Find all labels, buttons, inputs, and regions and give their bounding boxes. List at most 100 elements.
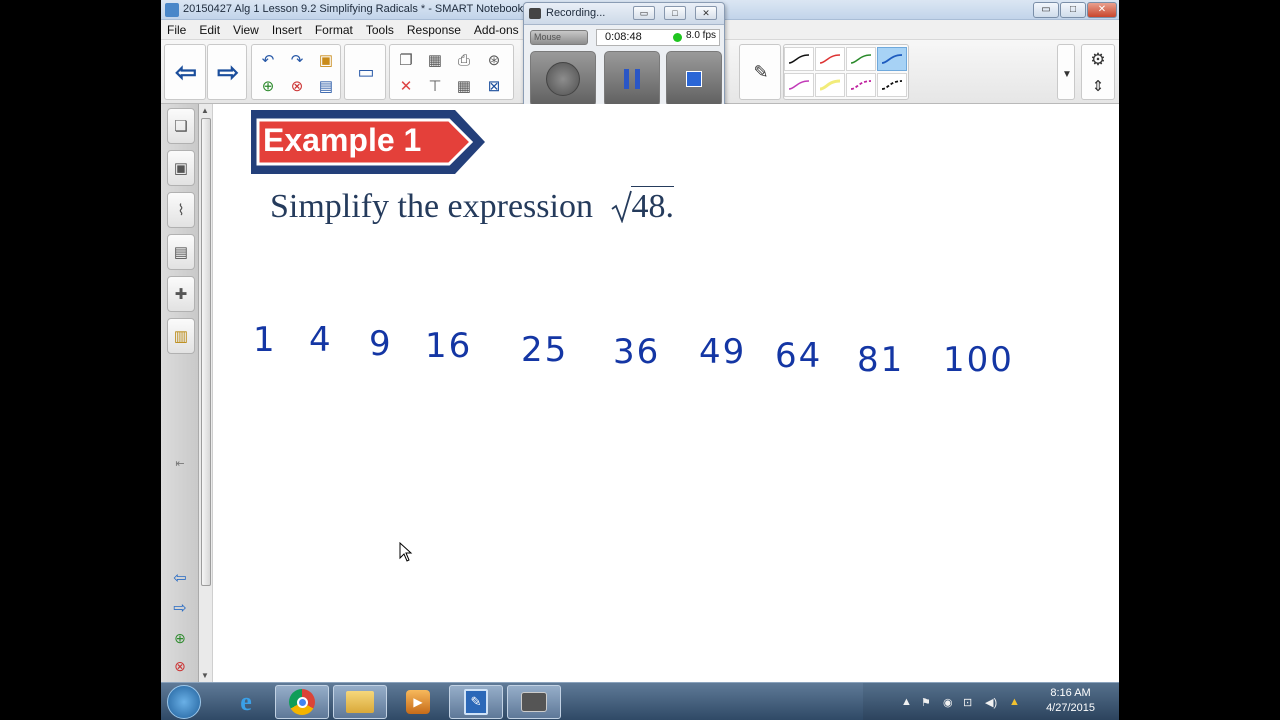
pen-style-magenta[interactable]: [784, 73, 814, 97]
gallery-icon[interactable]: ▣: [167, 150, 195, 186]
gear-icon[interactable]: ⚙: [1086, 49, 1110, 71]
next-page-side-icon[interactable]: ⇨: [167, 597, 193, 619]
recording-status-dot: [673, 33, 682, 42]
recorder-maximize-button[interactable]: □: [664, 6, 686, 20]
chevron-down-icon[interactable]: ▼: [1055, 63, 1079, 85]
display-toggle-icon[interactable]: ⊤: [423, 75, 447, 97]
move-toolbar-icon[interactable]: ⇕: [1086, 75, 1110, 97]
handwritten-number[interactable]: 1: [253, 320, 277, 360]
close-button[interactable]: ✕: [1087, 2, 1117, 18]
recorder-window: Recording... ▭ □ ✕ Mouse 0:08:48 8.0 fps: [523, 2, 725, 113]
undo-icon[interactable]: ↶: [256, 49, 280, 71]
stop-button[interactable]: [666, 51, 722, 107]
document-camera-icon[interactable]: ⎙: [452, 49, 476, 71]
save-icon[interactable]: ▤: [314, 75, 338, 97]
recorder-title-bar: Recording... ▭ □ ✕: [524, 3, 724, 25]
menu-file[interactable]: File: [161, 20, 193, 39]
screen-shade-icon[interactable]: ▭: [354, 61, 378, 83]
menu-response[interactable]: Response: [401, 20, 468, 39]
handwritten-number[interactable]: 64: [775, 336, 822, 376]
handwritten-number[interactable]: 81: [857, 340, 904, 380]
previous-page-icon[interactable]: ⇦: [169, 52, 203, 92]
screen-recorder-icon[interactable]: [507, 685, 561, 719]
delete-icon[interactable]: ✕: [394, 75, 418, 97]
pause-button[interactable]: [604, 51, 660, 107]
chrome-icon[interactable]: [275, 685, 329, 719]
handwritten-number[interactable]: 16: [425, 326, 472, 366]
properties-icon[interactable]: ▤: [167, 234, 195, 270]
window-title: 20150427 Alg 1 Lesson 9.2 Simplifying Ra…: [183, 3, 524, 15]
menu-addons[interactable]: Add-ons: [468, 20, 526, 39]
attachments-icon[interactable]: ⌇: [167, 192, 195, 228]
volume-icon[interactable]: ◀): [985, 696, 997, 709]
next-page-icon[interactable]: ⇨: [211, 52, 245, 92]
paste-icon[interactable]: ❐: [394, 49, 418, 71]
maximize-button[interactable]: □: [1060, 2, 1086, 18]
system-tray: ▲ ⚑ ◉ ⊡ ◀) ▲ 8:16 AM 4/27/2015: [863, 683, 1119, 720]
lesson-activity-icon[interactable]: ▥: [167, 318, 195, 354]
menu-view[interactable]: View: [227, 20, 266, 39]
handwritten-number[interactable]: 49: [699, 332, 746, 372]
security-icon[interactable]: ◉: [943, 696, 953, 709]
pen-tool-group: ✎: [739, 44, 781, 100]
table-icon[interactable]: ▦: [452, 75, 476, 97]
delete-page-icon[interactable]: ⊗: [285, 75, 309, 97]
display-group: ▭: [344, 44, 386, 100]
pen-style-black[interactable]: [784, 47, 814, 71]
pen-style-blue[interactable]: [877, 47, 907, 71]
show-hidden-icons-icon[interactable]: ▲: [901, 696, 912, 708]
open-folder-icon[interactable]: ▣: [314, 49, 338, 71]
scroll-up-icon[interactable]: ▲: [201, 106, 209, 115]
insert-group: ❐ ▦ ⎙ ⊛ ✕ ⊤ ▦ ⊠: [389, 44, 514, 100]
menu-tools[interactable]: Tools: [360, 20, 401, 39]
action-center-flag-icon[interactable]: ⚑: [921, 696, 931, 709]
redo-icon[interactable]: ↷: [285, 49, 309, 71]
delete-page-side-icon[interactable]: ⊗: [167, 655, 193, 677]
menu-insert[interactable]: Insert: [266, 20, 309, 39]
network-icon[interactable]: ⊡: [963, 696, 972, 709]
vertical-scrollbar[interactable]: ▲ ▼: [199, 104, 213, 682]
notebook-page[interactable]: Example 1 Simplify the expression 48. 1 …: [213, 104, 1119, 682]
collapse-icon[interactable]: ⇤: [167, 452, 193, 474]
record-button[interactable]: [530, 51, 596, 107]
start-button[interactable]: [167, 685, 201, 719]
record-icon: [546, 62, 580, 96]
pen-style-green[interactable]: [846, 47, 876, 71]
side-panel: ❏ ▣ ⌇ ▤ ✚ ▥ ⇤ ⇦ ⇨ ⊕ ⊗: [161, 104, 199, 682]
handwritten-number[interactable]: 36: [613, 332, 660, 372]
page-sorter-icon[interactable]: ❏: [167, 108, 195, 144]
toolbar-settings-group: ⚙ ⇕: [1081, 44, 1115, 100]
screen-capture-icon[interactable]: ▦: [423, 49, 447, 71]
addons-icon[interactable]: ✚: [167, 276, 195, 312]
google-drive-icon[interactable]: ▲: [1009, 696, 1020, 708]
scrollbar-thumb[interactable]: [201, 118, 211, 586]
pen-icon[interactable]: ✎: [749, 61, 773, 83]
smart-notebook-icon[interactable]: ✎: [449, 685, 503, 719]
handwritten-number[interactable]: 25: [521, 330, 568, 370]
pen-style-red[interactable]: [815, 47, 845, 71]
recorder-minimize-button[interactable]: ▭: [633, 6, 655, 20]
handwritten-number[interactable]: 4: [309, 320, 333, 360]
add-page-side-icon[interactable]: ⊕: [167, 627, 193, 649]
add-page-icon[interactable]: ⊕: [256, 75, 280, 97]
close-object-icon[interactable]: ⊠: [482, 75, 506, 97]
menu-format[interactable]: Format: [309, 20, 360, 39]
settings-cog-icon[interactable]: ⊛: [482, 49, 506, 71]
recorder-close-button[interactable]: ✕: [695, 6, 717, 20]
menu-edit[interactable]: Edit: [193, 20, 227, 39]
stop-icon: [686, 71, 702, 87]
pen-style-yellow[interactable]: [815, 73, 845, 97]
smart-notebook-window: 20150427 Alg 1 Lesson 9.2 Simplifying Ra…: [161, 0, 1119, 720]
media-player-icon[interactable]: ▶: [391, 685, 445, 719]
previous-page-side-icon[interactable]: ⇦: [167, 567, 193, 589]
pen-style-dashed-magenta[interactable]: [846, 73, 876, 97]
recorder-source-select[interactable]: Mouse: [530, 30, 588, 45]
minimize-button[interactable]: ▭: [1033, 2, 1059, 18]
file-explorer-icon[interactable]: [333, 685, 387, 719]
pen-style-dashed-black[interactable]: [877, 73, 907, 97]
clock[interactable]: 8:16 AM 4/27/2015: [1046, 686, 1095, 716]
internet-explorer-icon[interactable]: e: [219, 685, 273, 719]
scroll-down-icon[interactable]: ▼: [201, 671, 209, 680]
handwritten-number[interactable]: 100: [943, 340, 1014, 380]
handwritten-number[interactable]: 9: [369, 324, 393, 364]
